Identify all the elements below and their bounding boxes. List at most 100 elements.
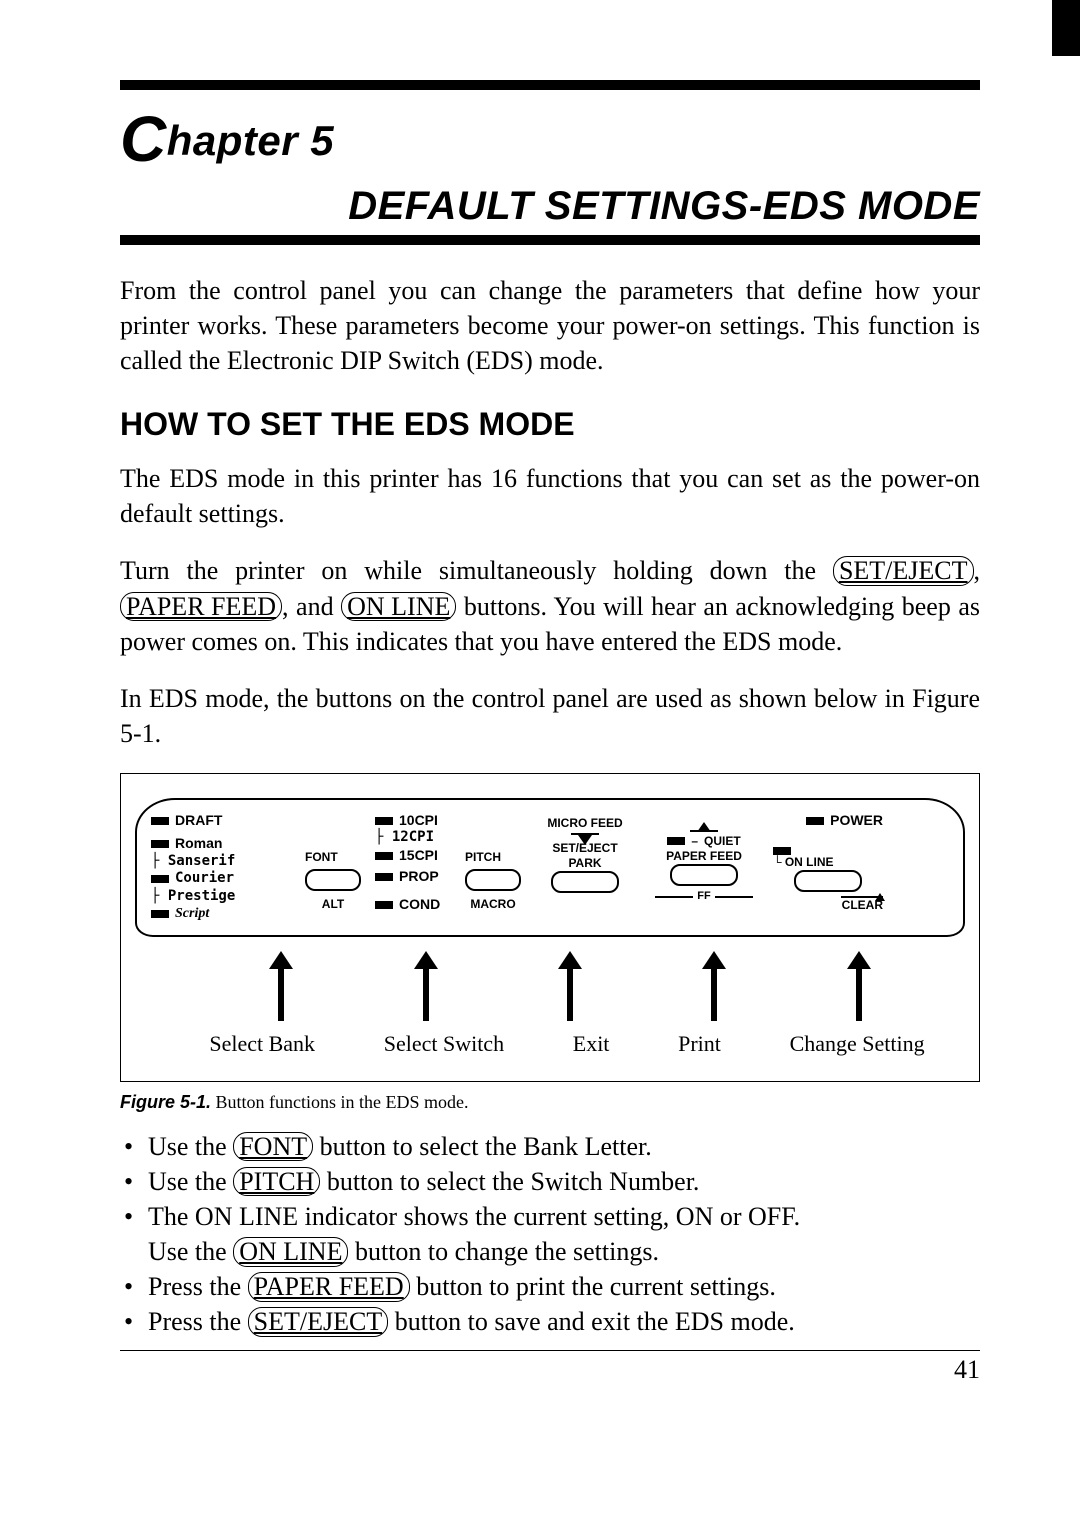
- quiet-label: QUIET: [704, 834, 741, 849]
- chapter-big-c: C: [120, 103, 167, 175]
- footer-rule: [120, 1350, 980, 1351]
- alt-label: ALT: [305, 897, 361, 912]
- led-icon: [375, 901, 393, 909]
- arrow-label-selectbank: Select Bank: [209, 1031, 315, 1057]
- top-rule: [120, 80, 980, 90]
- pitch-group: 10CPI ├ 12CPI 15CPI PROP COND: [375, 812, 451, 914]
- online-button-ref: ON LINE: [233, 1237, 348, 1266]
- paperfeed-button-ref: PAPER FEED: [248, 1272, 410, 1301]
- paperfeed-col: – QUIET PAPER FEED FF: [649, 812, 759, 904]
- figcap-text: Button functions in the EDS mode.: [211, 1092, 468, 1112]
- p2-text-c: , and: [282, 592, 341, 621]
- led-icon: [667, 837, 685, 845]
- section-heading: HOW TO SET THE EDS MODE: [120, 406, 980, 443]
- font-button[interactable]: [305, 869, 361, 891]
- chapter-label: Chapter 5: [120, 102, 980, 176]
- font-label: FONT: [305, 850, 361, 865]
- arrow-up-icon: [558, 951, 582, 1021]
- font-prestige: Prestige: [168, 888, 235, 904]
- font-button-ref: FONT: [233, 1132, 313, 1161]
- arrow-up-icon: [702, 951, 726, 1021]
- arrow-up-icon: [269, 951, 293, 1021]
- ff-line: [715, 896, 753, 898]
- macro-label: MACRO: [465, 897, 521, 912]
- arrow-up-icon: [697, 822, 711, 832]
- paragraph-2: Turn the printer on while simultaneously…: [120, 553, 980, 658]
- font-tree: ├ Sanserif: [151, 853, 291, 871]
- figure-caption: Figure 5-1. Button functions in the EDS …: [120, 1092, 980, 1113]
- bullet-1: Use the FONT button to select the Bank L…: [120, 1129, 980, 1164]
- arrow-label-print: Print: [678, 1031, 721, 1057]
- panel-row: DRAFT Roman ├ Sanserif Courier ├ Prestig…: [151, 812, 949, 923]
- pitch-button-col: PITCH MACRO: [465, 812, 521, 912]
- bullet-4: Press the PAPER FEED button to print the…: [120, 1269, 980, 1304]
- pitch-15: 15CPI: [399, 847, 438, 865]
- p2-text-a: Turn the printer on while simultaneously…: [120, 556, 833, 585]
- paperfeed-label: PAPER FEED: [666, 849, 742, 864]
- online-col: POWER └ ON LINE CLEAR: [773, 812, 883, 914]
- font-draft: DRAFT: [175, 812, 222, 830]
- arrows-row: [135, 951, 965, 1021]
- seteject-button[interactable]: [551, 871, 619, 893]
- arrow-down-icon: [578, 835, 592, 845]
- led-icon: [151, 875, 169, 883]
- microfeed-label: MICRO FEED: [547, 816, 622, 831]
- online-button-ref: ON LINE: [341, 592, 456, 621]
- online-label: ON LINE: [785, 855, 834, 869]
- seteject-button-ref: SET/EJECT: [833, 556, 974, 585]
- control-panel: DRAFT Roman ├ Sanserif Courier ├ Prestig…: [135, 798, 965, 937]
- bullet-2: Use the PITCH button to select the Switc…: [120, 1164, 980, 1199]
- paragraph-3: In EDS mode, the buttons on the control …: [120, 681, 980, 751]
- font-sanserif: Sanserif: [168, 853, 235, 869]
- pitch-12: 12CPI: [392, 829, 434, 845]
- pitch-10: 10CPI: [399, 812, 438, 830]
- led-icon: [773, 847, 791, 855]
- seteject-col: MICRO FEED SET/EJECT PARK: [535, 812, 635, 893]
- led-icon: [375, 817, 393, 825]
- power-label: POWER: [830, 812, 883, 830]
- ff-line: [655, 896, 693, 898]
- page-corner-mark: [1052, 0, 1080, 56]
- pitch-label: PITCH: [465, 850, 521, 865]
- figcap-label: Figure 5-1.: [120, 1092, 211, 1112]
- font-button-col: FONT ALT: [305, 812, 361, 912]
- led-icon: [806, 817, 824, 825]
- page-number: 41: [120, 1355, 980, 1385]
- title-underline: [120, 235, 980, 245]
- arrow-label-selectswitch: Select Switch: [384, 1031, 504, 1057]
- page-container: Chapter 5 DEFAULT SETTINGS-EDS MODE From…: [0, 0, 1080, 1425]
- pitch-button-ref: PITCH: [233, 1167, 320, 1196]
- led-icon: [375, 852, 393, 860]
- figure-5-1: DRAFT Roman ├ Sanserif Courier ├ Prestig…: [120, 773, 980, 1082]
- arrow-labels: Select Bank Select Switch Exit Print Cha…: [135, 1031, 965, 1057]
- paperfeed-button-ref: PAPER FEED: [120, 592, 282, 621]
- chapter-rest: hapter 5: [167, 117, 334, 164]
- arrow-up-icon: [875, 893, 885, 901]
- bullet-3: The ON LINE indicator shows the current …: [120, 1199, 980, 1269]
- font-script: Script: [175, 905, 209, 923]
- arrow-label-exit: Exit: [573, 1031, 610, 1057]
- arrow-up-icon: [414, 951, 438, 1021]
- led-icon: [151, 910, 169, 918]
- park-label: PARK: [568, 856, 601, 871]
- paperfeed-button[interactable]: [670, 864, 738, 886]
- pitch-cond: COND: [399, 896, 440, 914]
- font-roman: Roman: [175, 835, 222, 853]
- led-icon: [375, 873, 393, 881]
- intro-paragraph: From the control panel you can change th…: [120, 273, 980, 378]
- led-icon: [151, 840, 169, 848]
- bullet-5: Press the SET/EJECT button to save and e…: [120, 1304, 980, 1339]
- bullet-list: Use the FONT button to select the Bank L…: [120, 1129, 980, 1340]
- paragraph-1: The EDS mode in this printer has 16 func…: [120, 461, 980, 531]
- chapter-title: DEFAULT SETTINGS-EDS MODE: [120, 184, 980, 229]
- p2-text-b: ,: [974, 556, 981, 585]
- online-button[interactable]: [794, 870, 862, 892]
- font-courier: Courier: [175, 870, 234, 888]
- pitch-button[interactable]: [465, 869, 521, 891]
- font-group: DRAFT Roman ├ Sanserif Courier ├ Prestig…: [151, 812, 291, 923]
- pitch-prop: PROP: [399, 868, 439, 886]
- seteject-button-ref: SET/EJECT: [248, 1307, 389, 1336]
- arrow-up-icon: [847, 951, 871, 1021]
- arrow-label-changesetting: Change Setting: [790, 1031, 925, 1057]
- ff-label: FF: [697, 890, 710, 904]
